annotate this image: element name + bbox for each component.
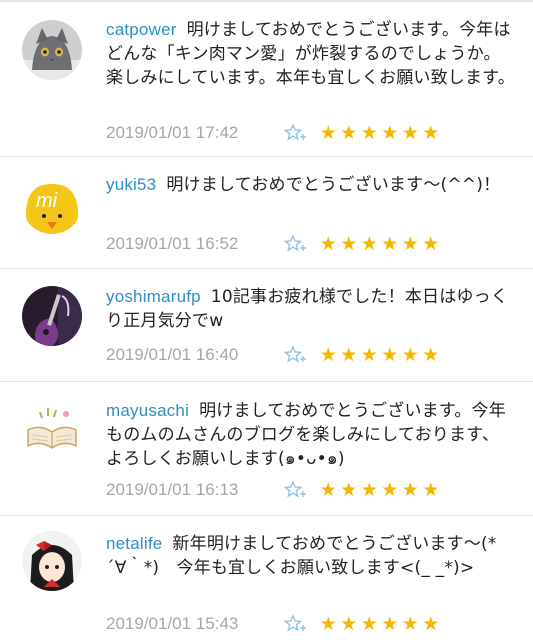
star-icon: ★: [340, 122, 358, 144]
star-icon: ★: [381, 233, 399, 255]
guitar-avatar-icon[interactable]: [22, 286, 82, 346]
comment-timestamp: 2019/01/01 16:40: [106, 345, 239, 364]
star-rating: ★ ★ ★ ★ ★ ★: [318, 614, 441, 634]
star-icon: ★: [319, 122, 337, 144]
star-icon: ★: [340, 613, 358, 635]
comment-timestamp: 2019/01/01 16:52: [106, 234, 239, 253]
comment-timestamp: 2019/01/01 17:42: [106, 123, 239, 142]
star-icon: ★: [381, 479, 399, 501]
comment-username[interactable]: yuki53: [106, 175, 156, 194]
star-icon: ★: [319, 344, 337, 366]
comment-username[interactable]: yoshimarufp: [106, 287, 201, 306]
star-icon: ★: [340, 233, 358, 255]
star-icon: ★: [401, 344, 419, 366]
star-icon: ★: [360, 344, 378, 366]
comment-list: catpower 明けましておめでとうございます。今年はどんな「キン肉マン愛」が炸…: [0, 0, 533, 640]
star-icon: ★: [319, 479, 337, 501]
star-icon: ★: [360, 613, 378, 635]
comment-item: yoshimarufp 10記事お疲れ様でした！本日はゆっくり正月気分でw 201…: [0, 269, 533, 382]
star-icon: ★: [381, 122, 399, 144]
star-icon: ★: [340, 479, 358, 501]
comment-meta: 2019/01/01 17:42 ★ ★ ★ ★ ★ ★: [106, 120, 441, 146]
star-rating: ★ ★ ★ ★ ★ ★: [318, 234, 441, 254]
comment-item: mi yuki53 明けましておめでとうございます〜(^^)！ 2019/01/0…: [0, 157, 533, 269]
star-icon: ★: [360, 233, 378, 255]
star-icon: ★: [422, 122, 440, 144]
star-icon: ★: [381, 613, 399, 635]
comment-body: yuki53 明けましておめでとうございます〜(^^)！: [106, 173, 516, 197]
add-star-icon[interactable]: [284, 614, 308, 634]
comment-meta: 2019/01/01 16:13 ★ ★ ★ ★ ★ ★: [106, 477, 441, 503]
star-icon: ★: [422, 613, 440, 635]
open-book-avatar-icon[interactable]: [22, 400, 82, 460]
add-star-icon[interactable]: [284, 123, 308, 143]
comment-body: catpower 明けましておめでとうございます。今年はどんな「キン肉マン愛」が炸…: [106, 18, 516, 90]
star-rating: ★ ★ ★ ★ ★ ★: [318, 123, 441, 143]
cat-avatar-icon[interactable]: [22, 20, 82, 80]
add-star-icon[interactable]: [284, 480, 308, 500]
comment-text: 新年明けましておめでとうございます〜(*´∀｀*) 今年も宜しくお願い致します<…: [106, 534, 497, 578]
add-star-icon[interactable]: [284, 234, 308, 254]
comment-username[interactable]: mayusachi: [106, 401, 189, 420]
comment-meta: 2019/01/01 16:52 ★ ★ ★ ★ ★ ★: [106, 231, 441, 257]
star-icon: ★: [422, 479, 440, 501]
comment-timestamp: 2019/01/01 16:13: [106, 480, 239, 499]
comment-timestamp: 2019/01/01 15:43: [106, 614, 239, 633]
comment-body: yoshimarufp 10記事お疲れ様でした！本日はゆっくり正月気分でw: [106, 285, 516, 333]
comment-text: 明けましておめでとうございます〜(^^)！: [166, 175, 501, 195]
star-rating: ★ ★ ★ ★ ★ ★: [318, 345, 441, 365]
anime-girl-avatar-icon[interactable]: [22, 531, 82, 591]
comment-meta: 2019/01/01 16:40 ★ ★ ★ ★ ★ ★: [106, 342, 441, 368]
comment-meta: 2019/01/01 15:43 ★ ★ ★ ★ ★ ★: [106, 611, 441, 637]
add-star-icon[interactable]: [284, 345, 308, 365]
comment-body: mayusachi 明けましておめでとうございます。今年ものムのムさんのブログを楽…: [106, 399, 516, 471]
chick-mi-avatar-icon[interactable]: mi: [22, 174, 82, 234]
comment-username[interactable]: catpower: [106, 20, 177, 39]
star-icon: ★: [401, 479, 419, 501]
star-icon: ★: [422, 344, 440, 366]
star-icon: ★: [401, 122, 419, 144]
comment-item: netalife 新年明けましておめでとうございます〜(*´∀｀*) 今年も宜しく…: [0, 516, 533, 640]
star-icon: ★: [401, 613, 419, 635]
star-icon: ★: [401, 233, 419, 255]
comment-username[interactable]: netalife: [106, 534, 162, 553]
comment-item: catpower 明けましておめでとうございます。今年はどんな「キン肉マン愛」が炸…: [0, 2, 533, 157]
star-rating: ★ ★ ★ ★ ★ ★: [318, 480, 441, 500]
star-icon: ★: [422, 233, 440, 255]
star-icon: ★: [360, 122, 378, 144]
star-icon: ★: [319, 233, 337, 255]
star-icon: ★: [381, 344, 399, 366]
star-icon: ★: [319, 613, 337, 635]
star-icon: ★: [360, 479, 378, 501]
svg-text:mi: mi: [36, 190, 58, 212]
comment-item: mayusachi 明けましておめでとうございます。今年ものムのムさんのブログを楽…: [0, 382, 533, 516]
star-icon: ★: [340, 344, 358, 366]
comment-body: netalife 新年明けましておめでとうございます〜(*´∀｀*) 今年も宜しく…: [106, 532, 516, 580]
